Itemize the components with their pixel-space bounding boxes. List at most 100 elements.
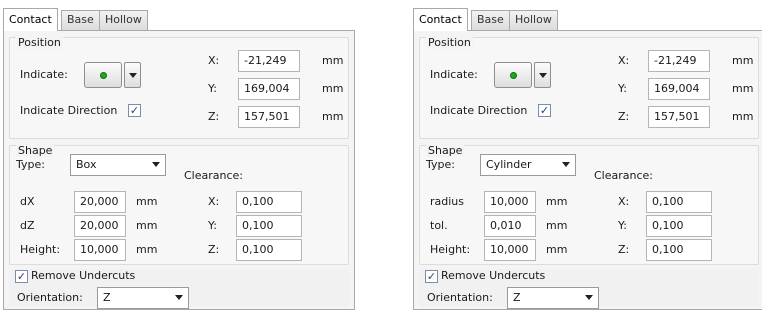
type-label: Type: xyxy=(426,158,455,171)
coord-z-field[interactable]: 157,501 xyxy=(648,106,710,128)
clearance-label: Clearance: xyxy=(184,169,244,182)
clearance-y-label: Y: xyxy=(618,219,627,232)
orientation-select[interactable]: Z xyxy=(507,287,599,309)
remove-undercuts-label: Remove Undercuts xyxy=(31,269,136,282)
shape-group-title: Shape xyxy=(426,144,465,157)
tab-bar: Contact Base Hollow xyxy=(413,8,762,31)
position-group: Position Indicate: Indicate Direction ✓ … xyxy=(9,37,349,139)
orientation-value: Z xyxy=(513,291,521,304)
tab-contact[interactable]: Contact xyxy=(413,8,468,31)
coord-z-unit: mm xyxy=(322,110,344,123)
indicate-dropdown-button[interactable] xyxy=(124,62,141,88)
clearance-z-label: Z: xyxy=(618,243,630,256)
tab-base[interactable]: Base xyxy=(471,10,510,30)
tab-contact[interactable]: Contact xyxy=(3,8,58,31)
orientation-value: Z xyxy=(103,291,111,304)
chevron-down-icon xyxy=(129,73,137,78)
clearance-label: Clearance: xyxy=(594,169,654,182)
param-height-unit: mm xyxy=(546,243,568,256)
clearance-x-field[interactable]: 0,100 xyxy=(646,191,712,213)
chevron-down-icon xyxy=(585,295,593,300)
coord-x-unit: mm xyxy=(322,54,344,67)
clearance-x-field[interactable]: 0,100 xyxy=(236,191,302,213)
coord-y-field[interactable]: 169,004 xyxy=(648,78,710,100)
clearance-z-field[interactable]: 0,100 xyxy=(236,239,302,261)
contact-panel-cylinder: Contact Base Hollow Position Indicate: I… xyxy=(413,8,762,310)
indicate-label: Indicate: xyxy=(20,68,68,81)
coord-x-field[interactable]: -21,249 xyxy=(238,50,300,72)
shape-group: Shape Type: Cylinder Clearance: radius 1… xyxy=(419,145,759,265)
clearance-z-field[interactable]: 0,100 xyxy=(646,239,712,261)
tab-base[interactable]: Base xyxy=(61,10,100,30)
indicate-direction-label: Indicate Direction xyxy=(20,104,118,117)
param-dz-field[interactable]: 20,000 xyxy=(74,215,126,237)
indicate-dropdown-button[interactable] xyxy=(534,62,551,88)
position-group-title: Position xyxy=(426,36,473,49)
param-tol-field[interactable]: 0,010 xyxy=(484,215,536,237)
indicate-button[interactable] xyxy=(494,62,532,88)
clearance-x-label: X: xyxy=(208,195,220,208)
coord-y-label: Y: xyxy=(208,82,217,95)
coord-z-label: Z: xyxy=(208,110,220,123)
remove-undercuts-label: Remove Undercuts xyxy=(441,269,546,282)
shape-type-value: Cylinder xyxy=(486,158,532,171)
clearance-z-label: Z: xyxy=(208,243,220,256)
tab-hollow[interactable]: Hollow xyxy=(99,10,148,30)
remove-undercuts-checkbox[interactable]: ✓ xyxy=(425,270,438,283)
tab-bar: Contact Base Hollow xyxy=(3,8,355,31)
param-radius-unit: mm xyxy=(546,195,568,208)
param-height-field[interactable]: 10,000 xyxy=(484,239,536,261)
undercuts-group: ✓ Remove Undercuts Orientation: Z xyxy=(419,269,759,309)
position-group: Position Indicate: Indicate Direction ✓ … xyxy=(419,37,759,139)
green-dot-icon xyxy=(510,72,517,79)
coord-x-label: X: xyxy=(208,54,220,67)
chevron-down-icon xyxy=(562,162,570,167)
indicate-direction-checkbox[interactable]: ✓ xyxy=(128,104,141,117)
coord-z-label: Z: xyxy=(618,110,630,123)
shape-type-select[interactable]: Cylinder xyxy=(480,154,576,176)
shape-type-select[interactable]: Box xyxy=(70,154,166,176)
param-tol-unit: mm xyxy=(546,219,568,232)
coord-x-unit: mm xyxy=(732,54,754,67)
param-radius-label: radius xyxy=(430,195,465,208)
type-label: Type: xyxy=(16,158,45,171)
coord-z-field[interactable]: 157,501 xyxy=(238,106,300,128)
coord-y-field[interactable]: 169,004 xyxy=(238,78,300,100)
param-height-unit: mm xyxy=(136,243,158,256)
orientation-select[interactable]: Z xyxy=(97,287,189,309)
contact-panel-box: Contact Base Hollow Position Indicate: I… xyxy=(3,8,355,310)
param-radius-field[interactable]: 10,000 xyxy=(484,191,536,213)
coord-y-unit: mm xyxy=(322,82,344,95)
coord-y-unit: mm xyxy=(732,82,754,95)
position-group-title: Position xyxy=(16,36,63,49)
param-dx-field[interactable]: 20,000 xyxy=(74,191,126,213)
coord-x-field[interactable]: -21,249 xyxy=(648,50,710,72)
shape-group: Shape Type: Box Clearance: dX 20,000 mm … xyxy=(9,145,349,265)
green-dot-icon xyxy=(100,72,107,79)
clearance-y-field[interactable]: 0,100 xyxy=(236,215,302,237)
coord-y-label: Y: xyxy=(618,82,627,95)
indicate-label: Indicate: xyxy=(430,68,478,81)
param-dx-label: dX xyxy=(20,195,35,208)
indicate-direction-label: Indicate Direction xyxy=(430,104,528,117)
param-dz-label: dZ xyxy=(20,219,35,232)
chevron-down-icon xyxy=(539,73,547,78)
remove-undercuts-checkbox[interactable]: ✓ xyxy=(15,270,28,283)
indicate-direction-checkbox[interactable]: ✓ xyxy=(538,104,551,117)
clearance-x-label: X: xyxy=(618,195,630,208)
clearance-y-label: Y: xyxy=(208,219,217,232)
undercuts-group: ✓ Remove Undercuts Orientation: Z xyxy=(9,269,349,309)
tab-content: Position Indicate: Indicate Direction ✓ … xyxy=(3,30,355,310)
clearance-y-field[interactable]: 0,100 xyxy=(646,215,712,237)
param-tol-label: tol. xyxy=(430,219,448,232)
indicate-button[interactable] xyxy=(84,62,122,88)
chevron-down-icon xyxy=(152,162,160,167)
coord-x-label: X: xyxy=(618,54,630,67)
param-height-label: Height: xyxy=(430,243,471,256)
tab-hollow[interactable]: Hollow xyxy=(509,10,558,30)
orientation-label: Orientation: xyxy=(17,291,83,304)
param-height-field[interactable]: 10,000 xyxy=(74,239,126,261)
orientation-label: Orientation: xyxy=(427,291,493,304)
param-dz-unit: mm xyxy=(136,219,158,232)
param-height-label: Height: xyxy=(20,243,61,256)
